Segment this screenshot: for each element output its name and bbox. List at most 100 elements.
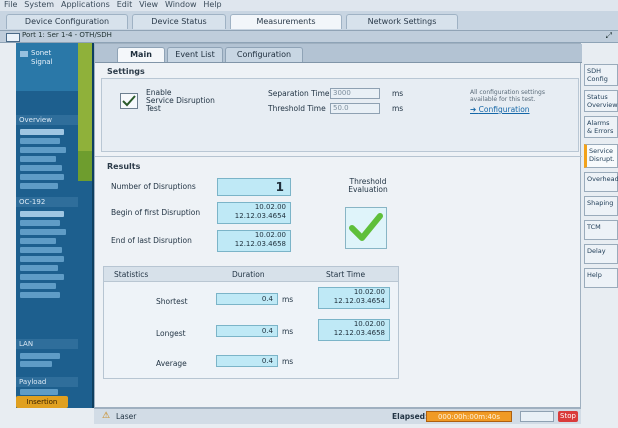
sidebar-item-icon [20,51,28,57]
tab-network-settings[interactable]: Network Settings [346,14,458,29]
window-titlebar: Port 1: Ser 1-4 - OTH/SDH ⤢ [0,31,618,43]
menu-item-window[interactable]: Window [165,0,197,9]
nav-status-overview[interactable]: Status Overview [584,90,618,112]
nav-service-disruption[interactable]: Service Disrupt. [584,144,618,168]
sidebar-row[interactable] [20,147,66,153]
threshold-input[interactable]: 50.0 [330,103,380,114]
status-bar: ⚠ Laser Elapsed: 000:00h:00m:40s Stop [94,408,581,424]
separation-unit: ms [392,89,404,98]
sidebar-row[interactable] [20,174,64,180]
sidebar-row[interactable] [20,183,58,189]
row-unit: ms [282,327,294,336]
menu-item-file[interactable]: File [4,0,17,9]
nav-overhead[interactable]: Overhead [584,172,618,192]
sidebar-row[interactable] [20,353,60,359]
divider [95,156,582,157]
nav-tcm[interactable]: TCM [584,220,618,240]
config-link[interactable]: ➔ Configuration [470,105,530,114]
nav-shaping[interactable]: Shaping [584,196,618,216]
col-start-time: Start Time [326,270,366,279]
checkmark-icon [349,213,383,241]
sidebar-row[interactable] [20,156,56,162]
menu-item-applications[interactable]: Applications [61,0,110,9]
stop-button[interactable]: Stop [558,411,578,422]
threshold-eval-label: Threshold Evaluation [348,177,388,194]
status-field[interactable] [520,411,554,422]
sidebar-row[interactable] [20,283,56,289]
row-label: Average [156,359,187,368]
sidebar-top-item-1[interactable]: Signal [31,58,53,66]
row-label: Shortest [156,297,188,306]
threshold-unit: ms [392,104,404,113]
menu-item-view[interactable]: View [139,0,158,9]
main-panel: Main Event List Configuration Settings E… [94,43,582,408]
separation-time-input[interactable]: 3000 [330,88,380,99]
tab-main[interactable]: Main [117,47,165,62]
nav-sdh-config[interactable]: SDH Config [584,64,618,86]
row-duration: 0.4 [216,355,278,367]
col-statistics: Statistics [114,270,149,279]
nav-alarms-errors[interactable]: Alarms & Errors [584,116,618,138]
threshold-label: Threshold Time [268,104,326,113]
sidebar-row[interactable] [20,129,64,135]
threshold-eval-indicator [345,207,387,249]
menu-item-help[interactable]: Help [203,0,221,9]
arrow-icon: ➔ [470,105,479,114]
num-disruptions-value: 1 [217,178,291,196]
separation-time-label: Separation Time [268,89,330,98]
sidebar-row[interactable] [20,361,52,367]
tab-device-configuration[interactable]: Device Configuration [6,14,128,29]
sidebar-row[interactable] [20,256,64,262]
sidebar-top-item-0[interactable]: Sonet [31,49,51,57]
enable-checkbox[interactable] [120,93,138,109]
row-unit: ms [282,357,294,366]
top-tab-strip: Device Configuration Device Status Measu… [0,11,618,31]
row-start-time: 10.02.00 12.12.03.4654 [318,287,390,309]
settings-panel: Enable Service Disruption Test Separatio… [101,78,579,152]
sidebar-row[interactable] [20,138,60,144]
begin-first-label: Begin of first Disruption [111,208,201,217]
sidebar-vertical-tab-2[interactable] [78,151,92,181]
sidebar-row[interactable] [20,165,62,171]
sidebar-row[interactable] [20,211,64,217]
sidebar-row[interactable] [20,265,58,271]
sidebar-row[interactable] [20,292,60,298]
enable-label: Enable Service Disruption Test [146,88,215,113]
elapsed-label: Elapsed: [392,412,429,421]
sidebar-row[interactable] [20,389,58,395]
row-duration: 0.4 [216,293,278,305]
sidebar-row[interactable] [20,247,62,253]
resize-icon[interactable]: ⤢ [606,31,612,41]
row-start-time: 10.02.00 12.12.03.4658 [318,319,390,341]
warning-icon: ⚠ [102,411,111,421]
sidebar-row[interactable] [20,229,66,235]
sidebar-row[interactable] [20,220,60,226]
nav-delay[interactable]: Delay [584,244,618,264]
begin-first-value: 10.02.00 12.12.03.4654 [217,202,291,224]
tab-device-status[interactable]: Device Status [132,14,226,29]
tab-event-list[interactable]: Event List [167,47,223,62]
menu-item-edit[interactable]: Edit [117,0,133,9]
sidebar: Sonet Signal Overview OC-192 LAN Payload… [16,43,94,408]
laser-label[interactable]: Laser [116,412,136,421]
sidebar-section-overview[interactable]: Overview [16,115,78,125]
tab-configuration[interactable]: Configuration [225,47,303,62]
sidebar-row[interactable] [20,238,56,244]
checkmark-icon [122,95,136,107]
row-unit: ms [282,295,294,304]
tab-measurements[interactable]: Measurements [230,14,342,29]
sidebar-section-lan[interactable]: LAN [16,339,78,349]
config-hint: All configuration settings available for… [470,89,545,103]
menu-item-system[interactable]: System [24,0,54,9]
end-last-label: End of last Disruption [111,236,192,245]
row-label: Longest [156,329,186,338]
config-link-label[interactable]: Configuration [479,105,530,114]
window-icon [6,33,20,42]
nav-help[interactable]: Help [584,268,618,288]
num-disruptions-label: Number of Disruptions [111,182,196,191]
sidebar-row[interactable] [20,274,64,280]
sidebar-section-payload[interactable]: Payload [16,377,78,387]
sidebar-vertical-tab[interactable] [78,43,92,151]
sidebar-section-oc192[interactable]: OC-192 [16,197,78,207]
insertion-button[interactable]: Insertion [16,396,68,408]
